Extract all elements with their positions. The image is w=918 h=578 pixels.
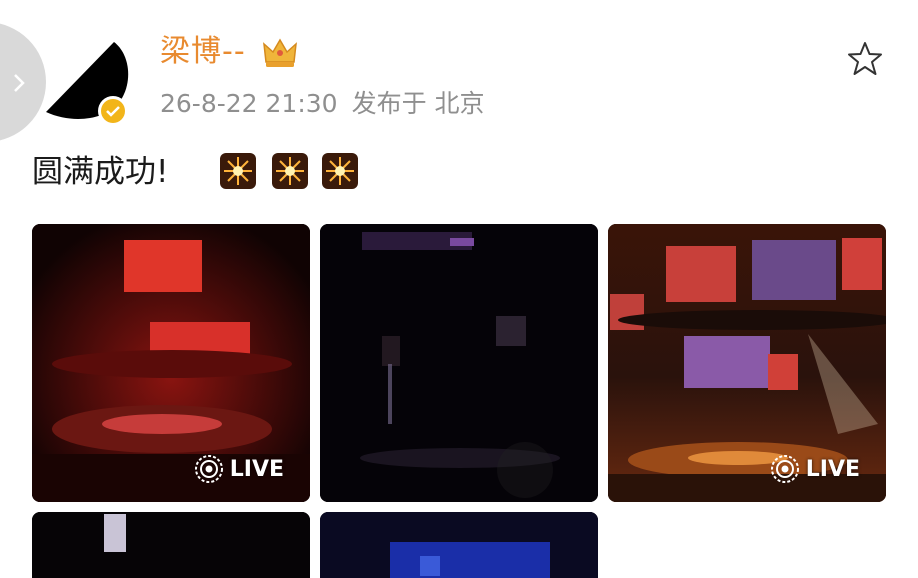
post-date: 26-8-22 21:30 bbox=[160, 89, 338, 118]
post-text: 圆满成功! bbox=[32, 154, 169, 190]
username[interactable]: 梁博-- bbox=[160, 32, 246, 72]
live-badge: LIVE bbox=[770, 454, 860, 484]
post-location: 发布于 北京 bbox=[351, 89, 485, 118]
fireworks-emoji bbox=[220, 153, 256, 189]
live-label: LIVE bbox=[229, 456, 284, 482]
photo-tile-1[interactable]: LIVE bbox=[32, 224, 310, 502]
live-icon bbox=[194, 455, 223, 483]
concert-photo bbox=[32, 512, 310, 578]
live-badge: LIVE bbox=[194, 454, 284, 484]
concert-photo bbox=[320, 224, 598, 502]
fireworks-emoji bbox=[322, 153, 358, 189]
star-icon[interactable] bbox=[846, 40, 884, 78]
photo-tile-4[interactable] bbox=[32, 512, 310, 578]
verified-icon bbox=[98, 96, 128, 126]
photo-tile-3[interactable]: LIVE bbox=[608, 224, 886, 502]
chevron-right-icon bbox=[14, 74, 25, 92]
fireworks-emoji bbox=[272, 153, 308, 189]
photo-tile-5[interactable] bbox=[320, 512, 598, 578]
crown-icon bbox=[263, 38, 297, 67]
side-panel-handle[interactable] bbox=[0, 22, 46, 142]
post-meta: 26-8-22 21:30 发布于 北京 bbox=[160, 86, 485, 122]
live-icon bbox=[770, 455, 799, 483]
concert-photo bbox=[320, 512, 598, 578]
photo-tile-2[interactable] bbox=[320, 224, 598, 502]
live-label: LIVE bbox=[805, 456, 860, 482]
